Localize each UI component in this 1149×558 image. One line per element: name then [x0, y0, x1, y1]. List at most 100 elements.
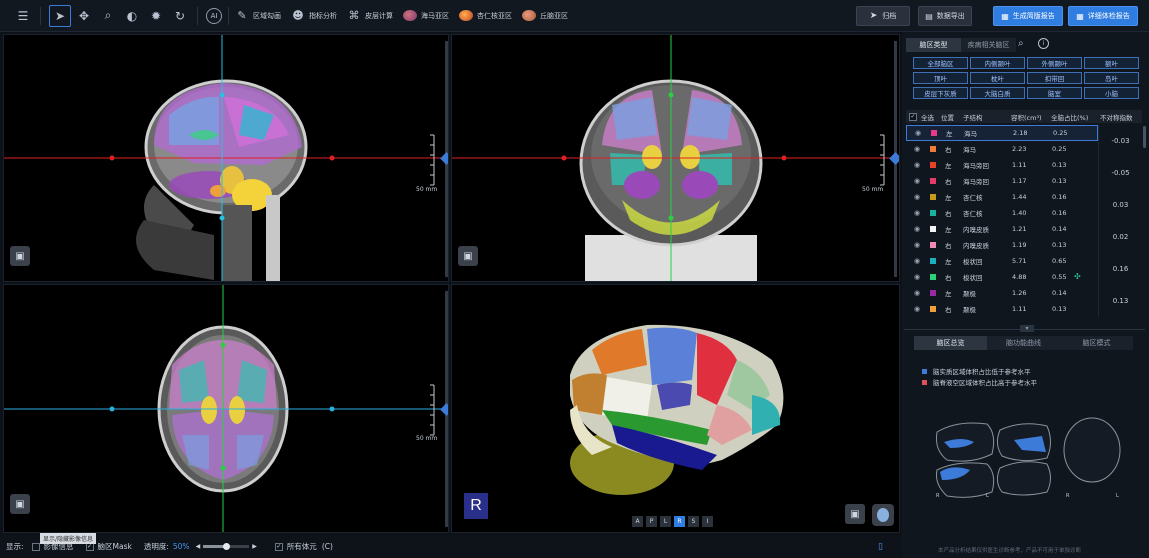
eye-icon[interactable]: ◉ [914, 241, 920, 249]
tab-region-mode[interactable]: 脑区模式 [1060, 336, 1133, 350]
row-ratio: 0.16 [1052, 193, 1067, 201]
mobile-icon[interactable]: ▯ [878, 542, 883, 552]
sagittal-viewport[interactable]: 50 mm ▣ [3, 34, 449, 282]
tool-region-draw[interactable]: ✎ 区域勾画 [235, 9, 281, 23]
brightness-icon[interactable]: ✹ [145, 5, 167, 27]
info-icon[interactable]: i [1038, 38, 1049, 49]
tab-disease-regions[interactable]: 疾病相关脑区 [961, 38, 1016, 52]
opacity-slider-handle[interactable] [223, 543, 231, 550]
move-icon[interactable]: ✣ [1074, 272, 1081, 281]
select-all-checkbox[interactable]: ✓ [909, 112, 917, 121]
toolbar-divider [228, 6, 229, 25]
tool-index-analysis[interactable]: ☻ 指标分析 [291, 9, 337, 23]
row-ratio: 0.14 [1052, 289, 1067, 297]
orient-i-button[interactable]: I [702, 516, 713, 527]
detail-report-button[interactable]: ▦ 详细体检报告 [1068, 6, 1138, 26]
search-icon[interactable]: ⌕ [1018, 38, 1024, 49]
eye-icon[interactable]: ◉ [914, 289, 920, 297]
eye-icon[interactable]: ◉ [914, 145, 920, 153]
axial-viewport[interactable]: 50 mm ▣ [3, 284, 449, 533]
zoom-icon[interactable]: ⌕ [97, 5, 119, 27]
opacity-increase-icon[interactable]: ▶ [252, 543, 257, 550]
generate-report-button[interactable]: ▦ 生成简版报告 [993, 6, 1063, 26]
pan-icon[interactable]: ✥ [73, 5, 95, 27]
table-row[interactable]: ◉ 右 梭状回 4.88 0.55 [906, 269, 1098, 285]
region-filter-button[interactable]: 岛叶 [1084, 72, 1139, 84]
opacity-decrease-icon[interactable]: ◀ [196, 543, 201, 550]
snapshot-button[interactable]: ▣ [10, 494, 30, 514]
region-filter-button[interactable]: 脑室 [1027, 87, 1082, 99]
table-row[interactable]: ◉ 左 海马旁回 1.11 0.13 [906, 157, 1098, 173]
table-scrollbar[interactable] [1143, 126, 1146, 148]
brain-view-toggle[interactable] [872, 504, 894, 526]
snapshot-button[interactable]: ▣ [845, 504, 865, 524]
orient-p-button[interactable]: P [646, 516, 657, 527]
table-row[interactable]: ◉ 左 杏仁核 1.44 0.16 [906, 189, 1098, 205]
eye-icon[interactable]: ◉ [914, 225, 920, 233]
export-button[interactable]: ▤ 数据导出 [918, 6, 972, 26]
tool-amygdala[interactable]: 杏仁核亚区 [459, 10, 512, 21]
coronal-viewport[interactable]: 50 mm ▣ [451, 34, 900, 282]
table-row[interactable]: ◉ 右 颞极 1.11 0.13 [906, 301, 1098, 317]
region-filter-button[interactable]: 皮层下灰质 [913, 87, 968, 99]
image-info-checkbox[interactable] [31, 542, 40, 551]
eye-icon[interactable]: ◉ [914, 305, 920, 313]
table-row[interactable]: ◉ 左 梭状回 5.71 0.65 [906, 253, 1098, 269]
reset-icon[interactable]: ↻ [169, 5, 191, 27]
row-ratio: 0.14 [1052, 225, 1067, 233]
asym-value: 0.02 [1098, 221, 1142, 253]
top-toolbar: ☰ ➤ ✥ ⌕ ◐ ✹ ↻ AI ✎ 区域勾画 ☻ 指标分析 ⌘ 皮层计算 海马亚区 … [0, 0, 1149, 32]
tab-region-type[interactable]: 脑区类型 [906, 38, 961, 52]
orient-a-button[interactable]: A [632, 516, 643, 527]
camera-icon: ▣ [463, 250, 473, 262]
eye-icon[interactable]: ◉ [914, 257, 920, 265]
table-row[interactable]: ◉ 右 海马旁回 1.17 0.13 [906, 173, 1098, 189]
list-menu-icon[interactable]: ☰ [12, 5, 34, 27]
tool-cortex-calc[interactable]: ⌘ 皮层计算 [347, 9, 394, 23]
eye-icon[interactable]: ◉ [915, 129, 921, 137]
overview-tabs: 脑区总览 脑功能曲线 脑区模式 [914, 336, 1133, 350]
snapshot-button[interactable]: ▣ [10, 246, 30, 266]
table-row[interactable]: ◉ 左 内嗅皮质 1.21 0.14 [906, 221, 1098, 237]
tool-hippocampus[interactable]: 海马亚区 [403, 10, 449, 21]
region-filter-button[interactable]: 额叶 [1084, 57, 1139, 69]
archive-button[interactable]: ➤ 归档 [856, 6, 910, 26]
eye-icon[interactable]: ◉ [914, 273, 920, 281]
region-filter-button[interactable]: 全部脑区 [913, 57, 968, 69]
region-filter-button[interactable]: 大脑白质 [970, 87, 1025, 99]
table-row[interactable]: ◉ 右 内嗅皮质 1.19 0.13 [906, 237, 1098, 253]
3d-viewport[interactable]: R ▣ [451, 284, 900, 533]
snapshot-button[interactable]: ▣ [458, 246, 478, 266]
region-filter-button[interactable]: 内侧颞叶 [970, 57, 1025, 69]
region-filter-button[interactable]: 顶叶 [913, 72, 968, 84]
row-structure: 杏仁核 [963, 194, 983, 202]
ai-icon[interactable]: AI [206, 7, 222, 24]
pointer-icon[interactable]: ➤ [49, 4, 71, 27]
eye-icon[interactable]: ◉ [914, 209, 920, 217]
opacity-slider[interactable] [203, 543, 250, 550]
tool-thalamus[interactable]: 丘脑亚区 [522, 10, 568, 21]
eye-icon[interactable]: ◉ [914, 161, 920, 169]
collapse-chevron-icon[interactable]: ▾ [1020, 325, 1034, 332]
orient-l-button[interactable]: L [660, 516, 671, 527]
orient-r-button[interactable]: R [674, 516, 685, 527]
orient-s-button[interactable]: S [688, 516, 699, 527]
eye-icon[interactable]: ◉ [914, 177, 920, 185]
table-row[interactable]: ◉ 右 杏仁核 1.40 0.16 [906, 205, 1098, 221]
row-volume: 1.40 [1012, 209, 1027, 217]
sagittal-image [4, 35, 448, 281]
contrast-icon[interactable]: ◐ [121, 5, 143, 27]
table-row[interactable]: ◉ 左 海马 2.18 0.25 [906, 125, 1098, 141]
region-filter-button[interactable]: 扣带回 [1027, 72, 1082, 84]
table-row[interactable]: ◉ 右 海马 2.23 0.25 [906, 141, 1098, 157]
table-row[interactable]: ◉ 左 颞极 1.26 0.14 [906, 285, 1098, 301]
tab-function-curve[interactable]: 脑功能曲线 [987, 336, 1060, 350]
tab-region-overview[interactable]: 脑区总览 [914, 336, 987, 350]
region-filter-button[interactable]: 枕叶 [970, 72, 1025, 84]
region-filter-button[interactable]: 外侧颞叶 [1027, 57, 1082, 69]
row-structure: 海马 [963, 146, 976, 154]
eye-icon[interactable]: ◉ [914, 193, 920, 201]
cortex-calc-icon: ⌘ [348, 9, 360, 22]
all-voxels-checkbox[interactable]: ✓ [274, 542, 283, 551]
region-filter-button[interactable]: 小脑 [1084, 87, 1139, 99]
